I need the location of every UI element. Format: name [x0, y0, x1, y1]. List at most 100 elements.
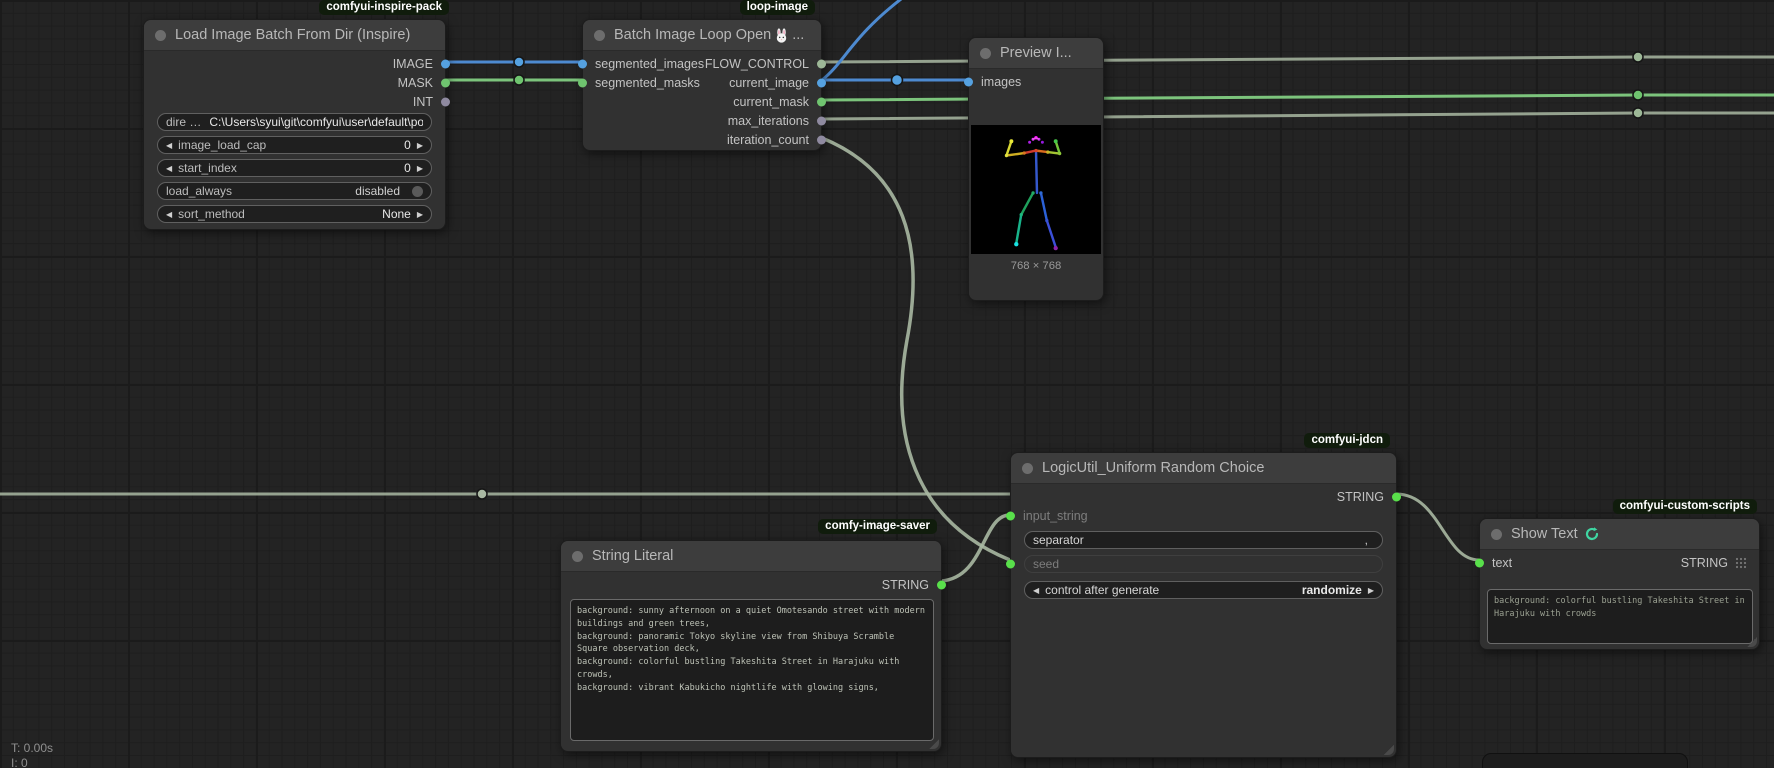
reroute-dot[interactable] — [1633, 108, 1643, 118]
output-slot-image[interactable]: IMAGE — [144, 54, 445, 73]
resize-handle[interactable] — [1747, 637, 1757, 647]
slot-dot-flow-control[interactable] — [817, 59, 826, 68]
input-slot-seed: seed — [1033, 557, 1059, 571]
slot-dot-segmented-masks[interactable] — [578, 78, 587, 87]
reroute-dot[interactable] — [1633, 52, 1643, 62]
node-uniform-random-choice[interactable]: LogicUtil_Uniform Random Choice STRING i… — [1010, 452, 1397, 758]
node-status-dot — [594, 30, 605, 41]
node-status-dot — [1491, 529, 1502, 540]
increment-arrow-icon[interactable]: ▶ — [417, 164, 423, 173]
preview-image-canvas[interactable] — [971, 125, 1101, 254]
preview-resolution-caption: 768 × 768 — [969, 260, 1103, 272]
node-title: Load Image Batch From Dir (Inspire) — [175, 27, 410, 43]
node-status-dot — [572, 551, 583, 562]
increment-arrow-icon[interactable]: ▶ — [1368, 586, 1374, 595]
reroute-dot[interactable] — [892, 75, 903, 86]
node-title: Preview I... — [1000, 45, 1072, 61]
reroute-dot[interactable] — [477, 489, 487, 499]
node-graph-canvas[interactable]: comfyui-inspire-pack loop-image comfy-im… — [0, 0, 1774, 768]
input-slot-input-string: input_string — [1023, 509, 1088, 523]
show-text-output-box[interactable]: background: colorful bustling Takeshita … — [1487, 589, 1753, 644]
rabbit-icon — [774, 28, 789, 43]
slot-dot-mask[interactable] — [441, 78, 450, 87]
slot-dot-string[interactable] — [937, 580, 946, 589]
widget-sort-method[interactable]: ◀ sort_method None ▶ — [157, 205, 432, 223]
slot-dot-seed[interactable] — [1006, 560, 1015, 569]
node-preview-image[interactable]: Preview I... images — [968, 37, 1104, 301]
widget-image-load-cap[interactable]: ◀ image_load_cap 0 ▶ — [157, 136, 432, 154]
node-title: Batch Image Loop Open — [614, 27, 771, 43]
partial-node-bottom[interactable] — [1482, 753, 1688, 768]
slot-dot-iteration-count[interactable] — [817, 135, 826, 144]
increment-arrow-icon[interactable]: ▶ — [417, 210, 423, 219]
node-title-ellipsis: ... — [792, 27, 804, 43]
output-slot-string: STRING — [1337, 490, 1384, 504]
node-show-text[interactable]: Show Text text STRING background: colorf… — [1479, 518, 1760, 650]
input-slot-segmented-images: segmented_images — [595, 57, 704, 71]
node-status-dot — [980, 48, 991, 59]
slot-dot-input-string[interactable] — [1006, 512, 1015, 521]
resize-handle[interactable] — [929, 739, 939, 749]
toggle-icon[interactable] — [412, 186, 423, 197]
decrement-arrow-icon[interactable]: ◀ — [166, 164, 172, 173]
node-title: String Literal — [592, 548, 673, 564]
widget-control-after-generate[interactable]: ◀ control after generate randomize ▶ — [1024, 581, 1383, 599]
reroute-dot[interactable] — [514, 57, 524, 67]
slot-dot-string[interactable] — [1392, 492, 1401, 501]
reroute-dot[interactable] — [514, 75, 524, 85]
slot-dot-current-mask[interactable] — [817, 97, 826, 106]
decrement-arrow-icon[interactable]: ◀ — [166, 141, 172, 150]
slot-dot-images[interactable] — [964, 77, 973, 86]
input-slot-text: text — [1492, 556, 1512, 570]
node-title-bar[interactable]: Load Image Batch From Dir (Inspire) — [144, 20, 445, 51]
widget-directory[interactable]: dire … C:\Users\syui\git\comfyui\user\de… — [157, 113, 432, 131]
node-title-bar[interactable]: LogicUtil_Uniform Random Choice — [1011, 453, 1396, 484]
output-slot-string: STRING — [1681, 556, 1728, 570]
output-slot-current-mask: current_mask — [733, 95, 809, 109]
reroute-dot[interactable] — [1633, 90, 1643, 100]
output-slot-string: STRING — [882, 578, 929, 592]
output-slot-current-image: current_image — [729, 76, 809, 90]
status-iterations: I: 0 — [11, 756, 28, 768]
slot-dot-max-iterations[interactable] — [817, 116, 826, 125]
node-pack-badge: comfyui-jdcn — [1304, 433, 1390, 448]
node-title-bar[interactable]: Batch Image Loop Open ... — [583, 20, 821, 51]
widget-load-always[interactable]: load_always disabled — [157, 182, 432, 200]
node-title-bar[interactable]: String Literal — [561, 541, 941, 572]
string-literal-textarea[interactable]: background: sunny afternoon on a quiet O… — [570, 599, 934, 741]
slot-dot-image[interactable] — [441, 59, 450, 68]
seed-disabled-pill: seed — [1024, 555, 1383, 573]
input-slot-images: images — [981, 75, 1021, 89]
node-string-literal[interactable]: String Literal STRING background: sunny … — [560, 540, 942, 752]
output-slot-flow-control: FLOW_CONTROL — [705, 57, 809, 71]
widget-start-index[interactable]: ◀ start_index 0 ▶ — [157, 159, 432, 177]
slot-dot-current-image[interactable] — [817, 78, 826, 87]
node-status-dot — [155, 30, 166, 41]
node-status-dot — [1022, 463, 1033, 474]
output-slot-mask[interactable]: MASK — [144, 73, 445, 92]
node-title-bar[interactable]: Show Text — [1480, 519, 1759, 550]
node-batch-image-loop-open[interactable]: Batch Image Loop Open ... segmented_imag… — [582, 19, 822, 151]
wire-current-image-up — [822, 0, 905, 80]
pysssss-swirl-icon — [1584, 526, 1600, 542]
wire-current-mask — [822, 95, 1774, 100]
slot-dot-segmented-images[interactable] — [578, 59, 587, 68]
decrement-arrow-icon[interactable]: ◀ — [166, 210, 172, 219]
increment-arrow-icon[interactable]: ▶ — [417, 141, 423, 150]
decrement-arrow-icon[interactable]: ◀ — [1033, 586, 1039, 595]
widget-separator[interactable]: separator , — [1024, 531, 1383, 549]
output-slot-iteration-count: iteration_count — [727, 133, 809, 147]
wire-string-to-showtext — [1396, 494, 1479, 560]
slot-dot-int[interactable] — [441, 97, 450, 106]
resize-handle[interactable] — [1384, 745, 1394, 755]
node-pack-badge: loop-image — [740, 0, 815, 15]
wire-flow-control — [822, 57, 1774, 62]
output-slot-int[interactable]: INT — [144, 92, 445, 111]
node-pack-badge: comfyui-inspire-pack — [319, 0, 449, 15]
node-load-image-batch[interactable]: Load Image Batch From Dir (Inspire) IMAG… — [143, 19, 446, 230]
node-title-bar[interactable]: Preview I... — [969, 38, 1103, 69]
slot-dot-text[interactable] — [1475, 558, 1484, 567]
status-time: T: 0.00s — [11, 741, 53, 755]
input-slot-segmented-masks: segmented_masks — [595, 76, 700, 90]
node-title: Show Text — [1511, 526, 1578, 542]
